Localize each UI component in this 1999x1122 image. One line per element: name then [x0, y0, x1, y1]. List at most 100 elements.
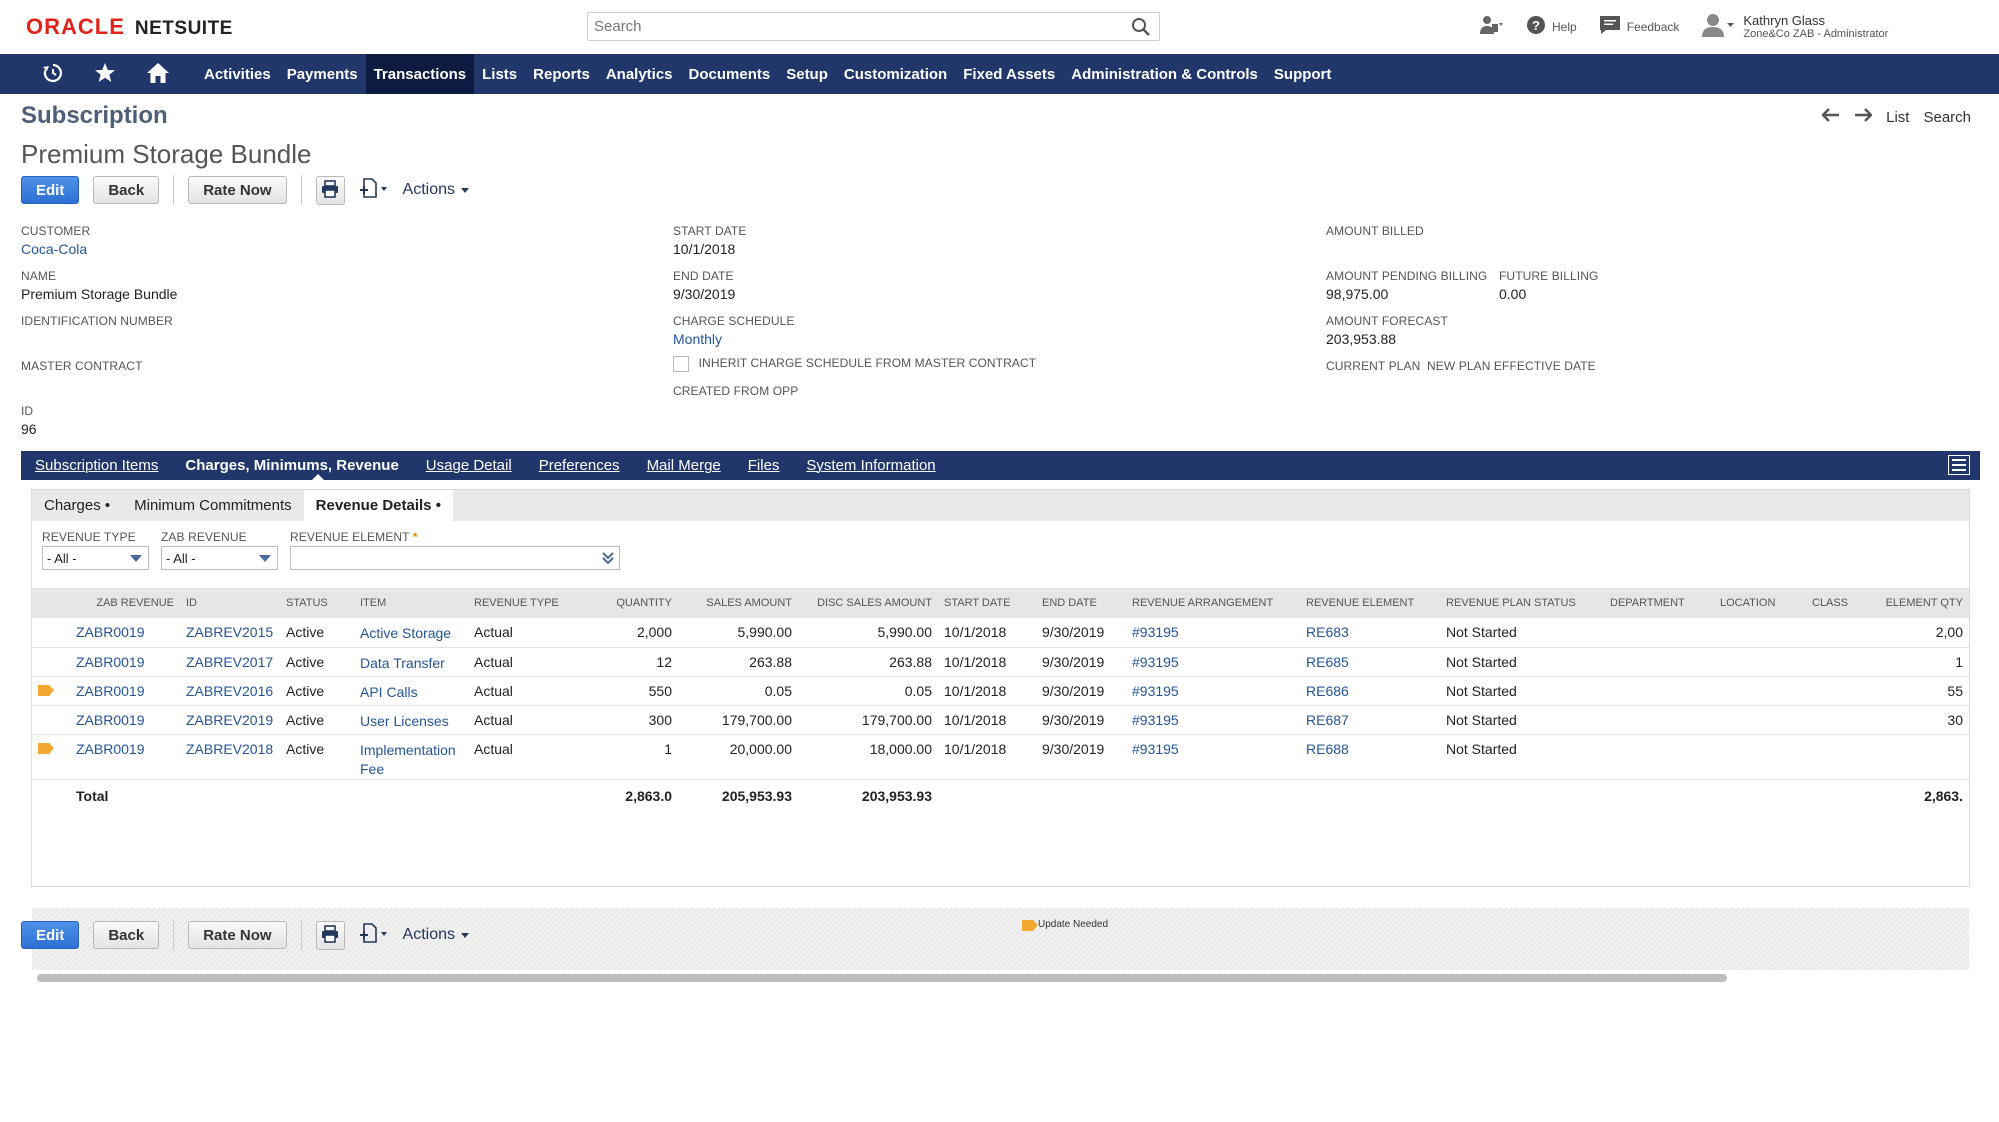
- edit-button[interactable]: Edit: [21, 176, 80, 204]
- rate-now-button[interactable]: Rate Now: [188, 176, 287, 204]
- item-cell[interactable]: Data Transfer: [354, 647, 468, 677]
- new-document-menu[interactable]: [359, 922, 389, 948]
- zab-revenue-cell[interactable]: ZABR0019: [70, 734, 180, 780]
- col-item[interactable]: ITEM: [354, 588, 468, 618]
- nav-documents[interactable]: Documents: [681, 54, 779, 94]
- revenue-type-select[interactable]: - All -: [42, 546, 149, 570]
- revenue-element-cell[interactable]: RE683: [1300, 618, 1440, 648]
- col-revenue-type[interactable]: REVENUE TYPE: [468, 588, 588, 618]
- table-row[interactable]: ZABR0019 ZABREV2017 Active Data Transfer Act…: [32, 647, 1969, 677]
- col-revenue-plan-status[interactable]: REVENUE PLAN STATUS: [1440, 588, 1604, 618]
- search-input[interactable]: [588, 13, 1108, 40]
- edit-button[interactable]: Edit: [21, 921, 80, 949]
- tab-subscription-items[interactable]: Subscription Items: [35, 457, 158, 474]
- col-location[interactable]: LOCATION: [1714, 588, 1806, 618]
- inherit-schedule-checkbox[interactable]: [673, 355, 689, 372]
- actions-menu[interactable]: Actions: [403, 181, 470, 199]
- user-menu[interactable]: Kathryn Glass Zone&Co ZAB - Administrato…: [1701, 12, 1888, 41]
- print-button[interactable]: [315, 920, 345, 950]
- horizontal-scrollbar[interactable]: [37, 974, 1727, 982]
- new-document-menu[interactable]: [359, 177, 389, 203]
- revenue-element-cell[interactable]: RE688: [1300, 734, 1440, 780]
- zab-revenue-cell[interactable]: ZABR0019: [70, 676, 180, 706]
- zab-revenue-cell[interactable]: ZABR0019: [70, 618, 180, 648]
- search-link[interactable]: Search: [1923, 109, 1971, 126]
- col-status[interactable]: STATUS: [280, 588, 354, 618]
- table-row[interactable]: ZABR0019 ZABREV2019 Active User Licenses Act…: [32, 705, 1969, 735]
- revenue-element-cell[interactable]: RE687: [1300, 705, 1440, 735]
- id-cell[interactable]: ZABREV2015: [180, 618, 280, 648]
- tab-charges-minimums-revenue[interactable]: Charges, Minimums, Revenue: [185, 457, 398, 474]
- back-button[interactable]: Back: [93, 921, 160, 949]
- actions-menu[interactable]: Actions: [403, 926, 470, 944]
- col-revenue-element[interactable]: REVENUE ELEMENT: [1300, 588, 1440, 618]
- tab-mail-merge[interactable]: Mail Merge: [647, 457, 721, 474]
- revenue-arrangement-cell[interactable]: #93195: [1126, 676, 1300, 706]
- col-id[interactable]: ID: [180, 588, 280, 618]
- next-arrow-icon[interactable]: [1854, 108, 1873, 126]
- tab-files[interactable]: Files: [748, 457, 780, 474]
- nav-activities[interactable]: Activities: [196, 54, 279, 94]
- col-sales-amount[interactable]: SALES AMOUNT: [678, 588, 798, 618]
- tab-preferences[interactable]: Preferences: [539, 457, 620, 474]
- item-cell[interactable]: Implementation Fee: [354, 734, 468, 780]
- col-class[interactable]: CLASS: [1806, 588, 1869, 618]
- table-row[interactable]: ZABR0019 ZABREV2016 Active API Calls Actual 5…: [32, 676, 1969, 706]
- print-button[interactable]: [315, 175, 345, 205]
- previous-arrow-icon[interactable]: [1821, 108, 1840, 126]
- charge-schedule-link[interactable]: Monthly: [673, 331, 795, 347]
- revenue-element-select[interactable]: [290, 546, 620, 570]
- id-cell[interactable]: ZABREV2016: [180, 676, 280, 706]
- revenue-arrangement-cell[interactable]: #93195: [1126, 647, 1300, 677]
- tab-layout-menu-icon[interactable]: [1948, 455, 1970, 475]
- nav-support[interactable]: Support: [1266, 54, 1340, 94]
- back-button[interactable]: Back: [93, 176, 160, 204]
- table-row[interactable]: ZABR0019 ZABREV2018 Active Implementation F…: [32, 734, 1969, 780]
- rate-now-button[interactable]: Rate Now: [188, 921, 287, 949]
- col-start-date[interactable]: START DATE: [938, 588, 1036, 618]
- col-zab-revenue[interactable]: ZAB REVENUE: [70, 588, 180, 618]
- revenue-element-cell[interactable]: RE685: [1300, 647, 1440, 677]
- nav-setup[interactable]: Setup: [778, 54, 836, 94]
- tab-system-information[interactable]: System Information: [806, 457, 935, 474]
- zab-revenue-select[interactable]: - All -: [161, 546, 278, 570]
- col-element-qty[interactable]: ELEMENT QTY: [1869, 588, 1969, 618]
- feedback-link[interactable]: Feedback: [1599, 15, 1679, 38]
- nav-lists[interactable]: Lists: [474, 54, 525, 94]
- nav-customization[interactable]: Customization: [836, 54, 955, 94]
- zab-revenue-cell[interactable]: ZABR0019: [70, 647, 180, 677]
- search-icon[interactable]: [1131, 17, 1151, 40]
- item-cell[interactable]: Active Storage: [354, 618, 468, 648]
- revenue-arrangement-cell[interactable]: #93195: [1126, 705, 1300, 735]
- subtab-minimum-commitments[interactable]: Minimum Commitments: [122, 490, 304, 521]
- zab-revenue-cell[interactable]: ZABR0019: [70, 705, 180, 735]
- revenue-element-cell[interactable]: RE686: [1300, 676, 1440, 706]
- item-cell[interactable]: User Licenses: [354, 705, 468, 735]
- col-end-date[interactable]: END DATE: [1036, 588, 1126, 618]
- item-cell[interactable]: API Calls: [354, 676, 468, 706]
- id-cell[interactable]: ZABREV2019: [180, 705, 280, 735]
- subtab-revenue-details[interactable]: Revenue Details •: [303, 490, 453, 521]
- customer-link[interactable]: Coca-Cola: [21, 241, 90, 257]
- nav-reports[interactable]: Reports: [525, 54, 598, 94]
- tab-usage-detail[interactable]: Usage Detail: [426, 457, 512, 474]
- col-revenue-arrangement[interactable]: REVENUE ARRANGEMENT: [1126, 588, 1300, 618]
- list-link[interactable]: List: [1886, 109, 1909, 126]
- nav-analytics[interactable]: Analytics: [598, 54, 681, 94]
- nav-transactions[interactable]: Transactions: [365, 54, 475, 94]
- nav-payments[interactable]: Payments: [279, 54, 366, 94]
- id-cell[interactable]: ZABREV2017: [180, 647, 280, 677]
- home-icon[interactable]: [146, 62, 170, 87]
- revenue-arrangement-cell[interactable]: #93195: [1126, 734, 1300, 780]
- subtab-charges[interactable]: Charges •: [32, 490, 122, 521]
- recent-history-icon[interactable]: [42, 62, 64, 87]
- nav-administration-controls[interactable]: Administration & Controls: [1063, 54, 1266, 94]
- col-department[interactable]: DEPARTMENT: [1604, 588, 1714, 618]
- col-quantity[interactable]: QUANTITY: [588, 588, 678, 618]
- revenue-arrangement-cell[interactable]: #93195: [1126, 618, 1300, 648]
- favorites-star-icon[interactable]: [94, 62, 116, 87]
- help-link[interactable]: ? Help: [1526, 15, 1577, 38]
- netsuite-logo[interactable]: ORACLE NETSUITE: [26, 14, 233, 40]
- id-cell[interactable]: ZABREV2018: [180, 734, 280, 780]
- nav-fixed-assets[interactable]: Fixed Assets: [955, 54, 1063, 94]
